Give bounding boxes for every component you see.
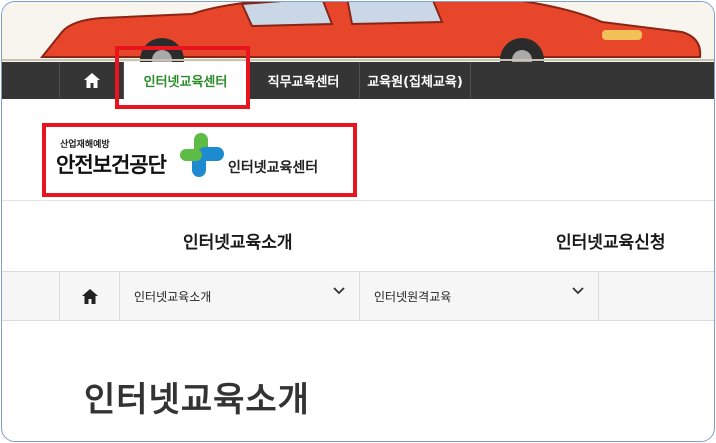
logo-center-name: 인터넷교육센터	[228, 160, 319, 176]
breadcrumb-level1-dropdown[interactable]: 인터넷교육소개	[119, 272, 359, 320]
main-menu-about[interactable]: 인터넷교육소개	[183, 228, 292, 253]
home-icon	[83, 73, 100, 88]
logo-org-name: 안전보건공단	[56, 153, 167, 177]
top-nav-job-training[interactable]: 직무교육센터	[247, 62, 359, 99]
header-banner	[2, 2, 714, 62]
divider	[2, 200, 714, 201]
top-nav-home[interactable]	[59, 62, 123, 99]
top-nav-internet-education[interactable]: 인터넷교육센터	[123, 62, 247, 99]
breadcrumb-level2-label: 인터넷원격교육	[374, 289, 452, 304]
chevron-down-icon	[333, 287, 345, 295]
cross-logo-icon	[180, 133, 224, 177]
main-menu-apply[interactable]: 인터넷교육신청	[556, 228, 665, 253]
top-navigation: 인터넷교육센터 직무교육센터 교육원(집체교육)	[2, 62, 714, 99]
car-illustration	[2, 2, 714, 62]
breadcrumb-level2-dropdown[interactable]: 인터넷원격교육	[359, 272, 599, 320]
top-nav-training-institute[interactable]: 교육원(집체교육)	[359, 62, 471, 99]
page-title: 인터넷교육소개	[84, 380, 310, 420]
site-logo[interactable]: 산업재해예방 안전보건공단 인터넷교육센터	[42, 123, 357, 197]
breadcrumb-home[interactable]	[59, 272, 119, 320]
chevron-down-icon	[572, 287, 584, 295]
browser-frame: 인터넷교육센터 직무교육센터 교육원(집체교육) 산업재해예방 안전보건공단 인…	[1, 1, 715, 442]
home-icon	[81, 288, 98, 304]
breadcrumb-level1-label: 인터넷교육소개	[134, 289, 212, 304]
breadcrumb: 인터넷교육소개 인터넷원격교육	[2, 271, 714, 321]
